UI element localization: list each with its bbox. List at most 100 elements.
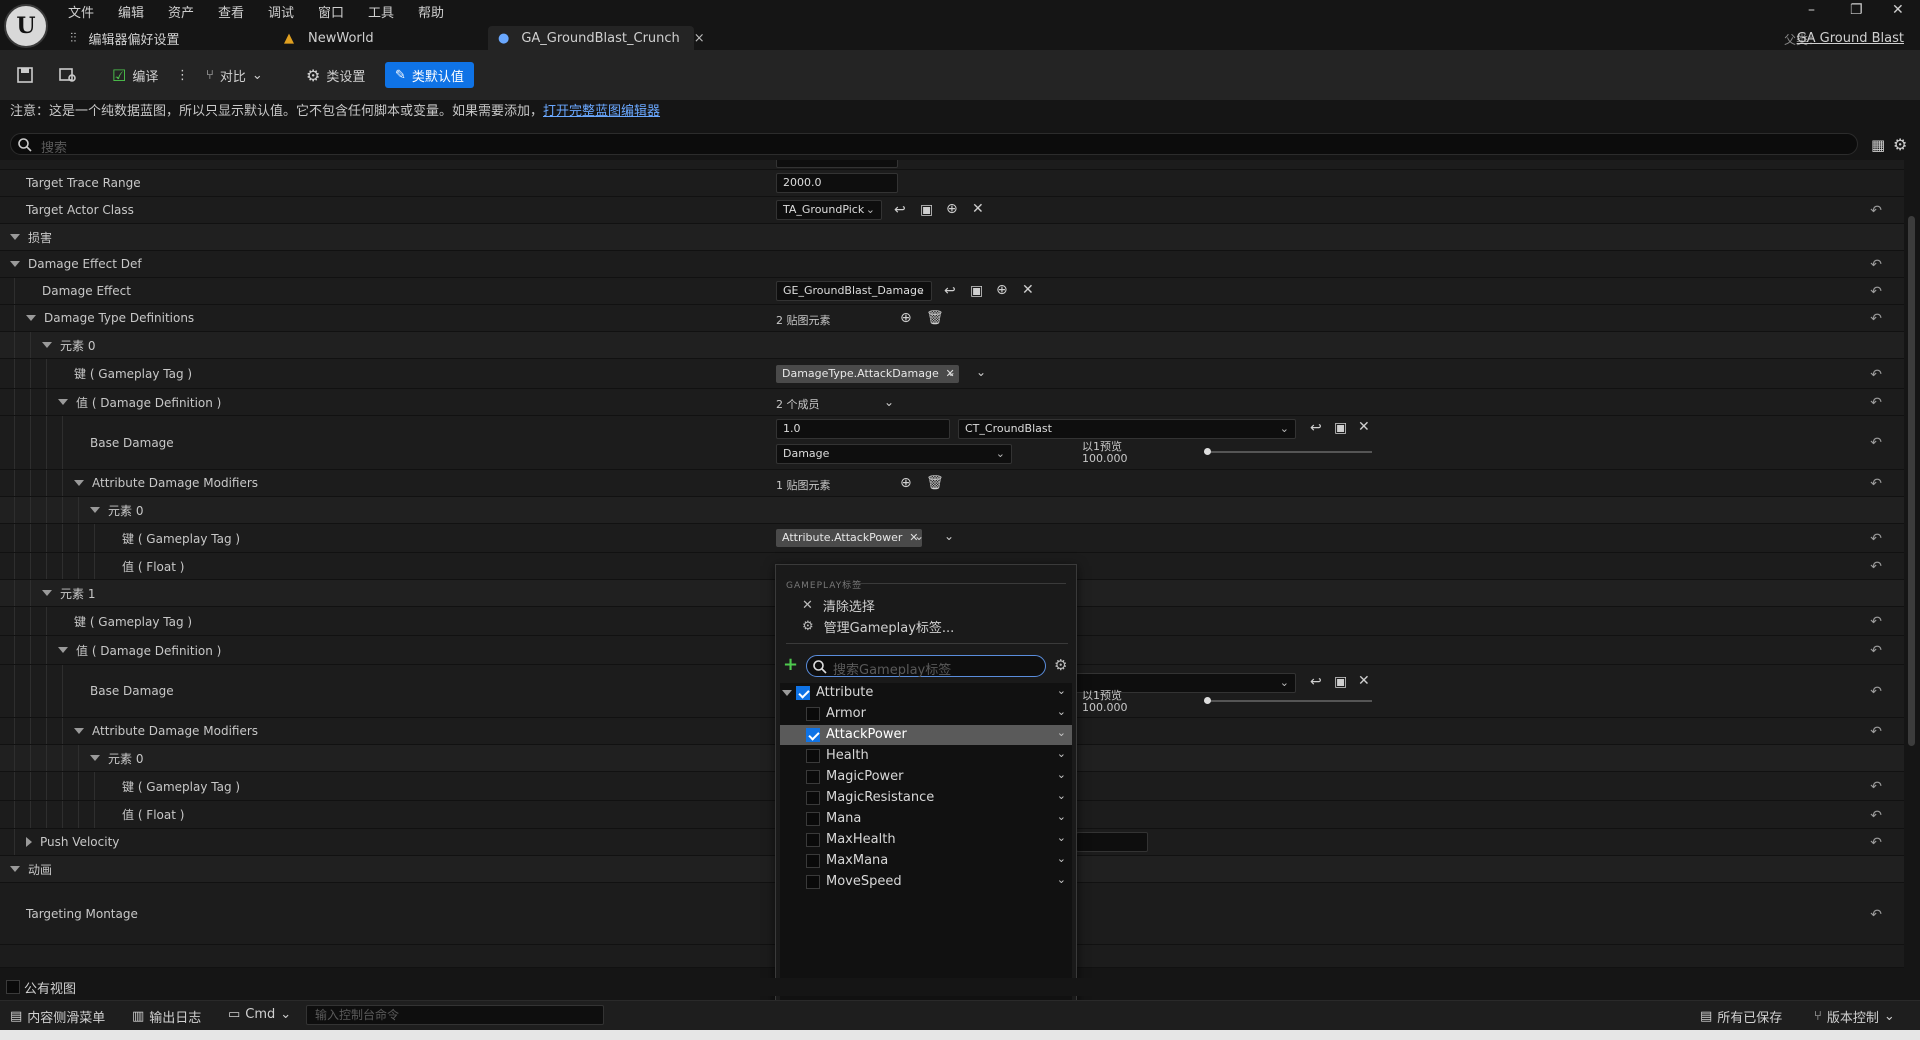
clear-selection-menu-item[interactable]: ✕ 清除选择 — [802, 596, 875, 615]
clear-icon[interactable]: ✕ — [1358, 673, 1370, 689]
reset-icon[interactable]: ↶ — [1870, 395, 1882, 411]
tag-checkbox[interactable] — [806, 728, 820, 742]
reset-icon[interactable]: ↶ — [1870, 435, 1882, 451]
chevron-down-icon[interactable]: ⌄ — [884, 395, 894, 409]
class-settings-button[interactable]: ⚙ 类设置 — [306, 62, 365, 88]
tab-ga-groundblast-crunch[interactable]: ● GA_GroundBlast_Crunch × — [488, 26, 705, 50]
reset-icon[interactable]: ↶ — [1870, 311, 1882, 327]
clear-icon[interactable]: ✕ — [1022, 282, 1034, 298]
cmd-dropdown[interactable]: ▭ Cmd ⌄ — [228, 1007, 291, 1022]
compile-options-icon[interactable]: ⋮ — [176, 62, 189, 88]
add-element-icon[interactable]: ⊕ — [900, 475, 912, 491]
tag-checkbox[interactable] — [806, 875, 820, 889]
content-drawer-button[interactable]: ▤ 内容侧滑菜单 — [10, 1007, 105, 1026]
use-selected-icon[interactable]: ↩ — [894, 202, 906, 218]
tab-close-icon[interactable]: × — [694, 31, 705, 46]
tag-row-armor[interactable]: Armor ⌄ — [780, 704, 1072, 724]
use-selected-icon[interactable]: ↩ — [944, 283, 956, 299]
chevron-down-icon[interactable]: ⌄ — [1057, 705, 1066, 718]
chevron-down-icon[interactable]: ⌄ — [944, 529, 954, 543]
tag-checkbox[interactable] — [806, 770, 820, 784]
console-command-input[interactable]: 输入控制台命令 — [306, 1005, 604, 1025]
chevron-down-icon[interactable]: ⌄ — [1057, 768, 1066, 781]
chevron-down-icon[interactable]: ⌄ — [946, 365, 956, 379]
browse-asset-icon[interactable] — [58, 62, 78, 88]
reset-icon[interactable]: ↶ — [1870, 808, 1882, 824]
tag-row-mana[interactable]: Mana ⌄ — [780, 809, 1072, 829]
menu-edit[interactable]: 编辑 — [118, 2, 144, 21]
tag-row-magicpower[interactable]: MagicPower ⌄ — [780, 767, 1072, 787]
chevron-down-icon[interactable]: ⌄ — [1057, 747, 1066, 760]
slider-knob[interactable] — [1204, 697, 1211, 704]
browse-icon[interactable]: ▣ — [1334, 674, 1347, 690]
manage-gameplay-tags-menu-item[interactable]: ⚙ 管理Gameplay标签... — [802, 617, 954, 636]
open-full-blueprint-editor-link[interactable]: 打开完整蓝图编辑器 — [543, 104, 660, 119]
settings-gear-icon[interactable]: ⚙ — [1893, 135, 1907, 154]
save-icon[interactable] — [16, 62, 34, 88]
gameplay-tag-chip[interactable]: DamageType.AttackDamage ✕ — [776, 365, 959, 383]
tag-search-input[interactable]: 搜索Gameplay标签 — [806, 655, 1046, 678]
chevron-down-icon[interactable]: ⌄ — [914, 529, 924, 543]
chevron-down-icon[interactable]: ⌄ — [1057, 810, 1066, 823]
tab-editor-preferences[interactable]: ⫶⫶ 编辑器偏好设置 — [70, 26, 180, 50]
menu-help[interactable]: 帮助 — [418, 2, 444, 21]
all-saved-button[interactable]: ▤ 所有已保存 — [1700, 1007, 1782, 1026]
tag-row-attackpower[interactable]: AttackPower ⌄ — [780, 725, 1072, 745]
reset-icon[interactable]: ↶ — [1870, 684, 1882, 700]
chevron-down-icon[interactable]: ⌄ — [1057, 684, 1066, 697]
expand-arrow-icon[interactable] — [782, 690, 792, 696]
tag-settings-gear-icon[interactable]: ⚙ — [1054, 656, 1067, 674]
target-trace-range-input[interactable]: 2000.0 — [776, 173, 898, 193]
preview-slider[interactable] — [1204, 697, 1372, 704]
scrollbar-thumb[interactable] — [1908, 216, 1915, 746]
diff-button[interactable]: ⑂ 对比 ⌄ — [206, 62, 263, 88]
clear-icon[interactable]: ✕ — [1358, 419, 1370, 435]
reset-icon[interactable]: ↶ — [1870, 643, 1882, 659]
reset-icon[interactable]: ↶ — [1870, 559, 1882, 575]
unreal-logo-icon[interactable]: U — [4, 4, 48, 48]
partial-value-box[interactable] — [776, 160, 898, 168]
reset-icon[interactable]: ↶ — [1870, 614, 1882, 630]
push-velocity-input[interactable] — [1076, 832, 1148, 852]
delete-all-icon[interactable]: 🗑 — [926, 475, 944, 491]
damage-effect-combo[interactable]: GE_GroundBlast_Damage ⌄ — [776, 281, 932, 301]
menu-tools[interactable]: 工具 — [368, 2, 394, 21]
reset-icon[interactable]: ↶ — [1870, 779, 1882, 795]
reset-icon[interactable]: ↶ — [1870, 476, 1882, 492]
tag-row-attribute[interactable]: Attribute ⌄ — [780, 683, 1072, 703]
tag-row-movespeed[interactable]: MoveSpeed ⌄ — [780, 872, 1072, 892]
reset-icon[interactable]: ↶ — [1870, 203, 1882, 219]
reset-icon[interactable]: ↶ — [1870, 724, 1882, 740]
menu-debug[interactable]: 调试 — [268, 2, 294, 21]
chevron-down-icon[interactable]: ⌄ — [1057, 726, 1066, 739]
browse-icon[interactable]: ▣ — [970, 283, 983, 299]
preview-slider[interactable] — [1204, 448, 1372, 455]
chevron-down-icon[interactable]: ⌄ — [1057, 831, 1066, 844]
property-row-attribute-damage-modifiers[interactable]: Attribute Damage Modifiers 1 贴图元素 ⊕ 🗑 ↶ — [0, 470, 1904, 497]
category-damage[interactable]: 损害 — [0, 224, 1904, 251]
add-tag-plus-icon[interactable]: + — [783, 654, 798, 675]
output-log-button[interactable]: ▥ 输出日志 — [132, 1007, 201, 1026]
tag-checkbox[interactable] — [806, 707, 820, 721]
reset-icon[interactable]: ↶ — [1870, 257, 1882, 273]
add-element-icon[interactable]: ⊕ — [900, 310, 912, 326]
chevron-down-icon[interactable]: ⌄ — [1057, 789, 1066, 802]
source-control-button[interactable]: ⑂ 版本控制 ⌄ — [1814, 1007, 1895, 1026]
tag-row-maxhealth[interactable]: MaxHealth ⌄ — [780, 830, 1072, 850]
details-scrollbar[interactable] — [1904, 160, 1920, 968]
slider-knob[interactable] — [1204, 448, 1211, 455]
restore-icon[interactable]: ❐ — [1850, 2, 1863, 18]
chevron-down-icon[interactable]: ⌄ — [1057, 873, 1066, 886]
reset-icon[interactable]: ↶ — [1870, 907, 1882, 923]
tag-checkbox[interactable] — [806, 833, 820, 847]
menu-file[interactable]: 文件 — [68, 2, 94, 21]
browse-icon[interactable]: ▣ — [1334, 420, 1347, 436]
tab-newworld[interactable]: ▲ NewWorld — [284, 26, 374, 50]
tag-checkbox[interactable] — [806, 791, 820, 805]
tag-checkbox[interactable] — [806, 854, 820, 868]
menu-assets[interactable]: 资产 — [168, 2, 194, 21]
clear-icon[interactable]: ✕ — [972, 201, 984, 217]
tag-row-maxmana[interactable]: MaxMana ⌄ — [780, 851, 1072, 871]
close-window-icon[interactable]: ✕ — [1892, 2, 1904, 18]
element-0-row[interactable]: 元素 0 — [0, 332, 1904, 359]
